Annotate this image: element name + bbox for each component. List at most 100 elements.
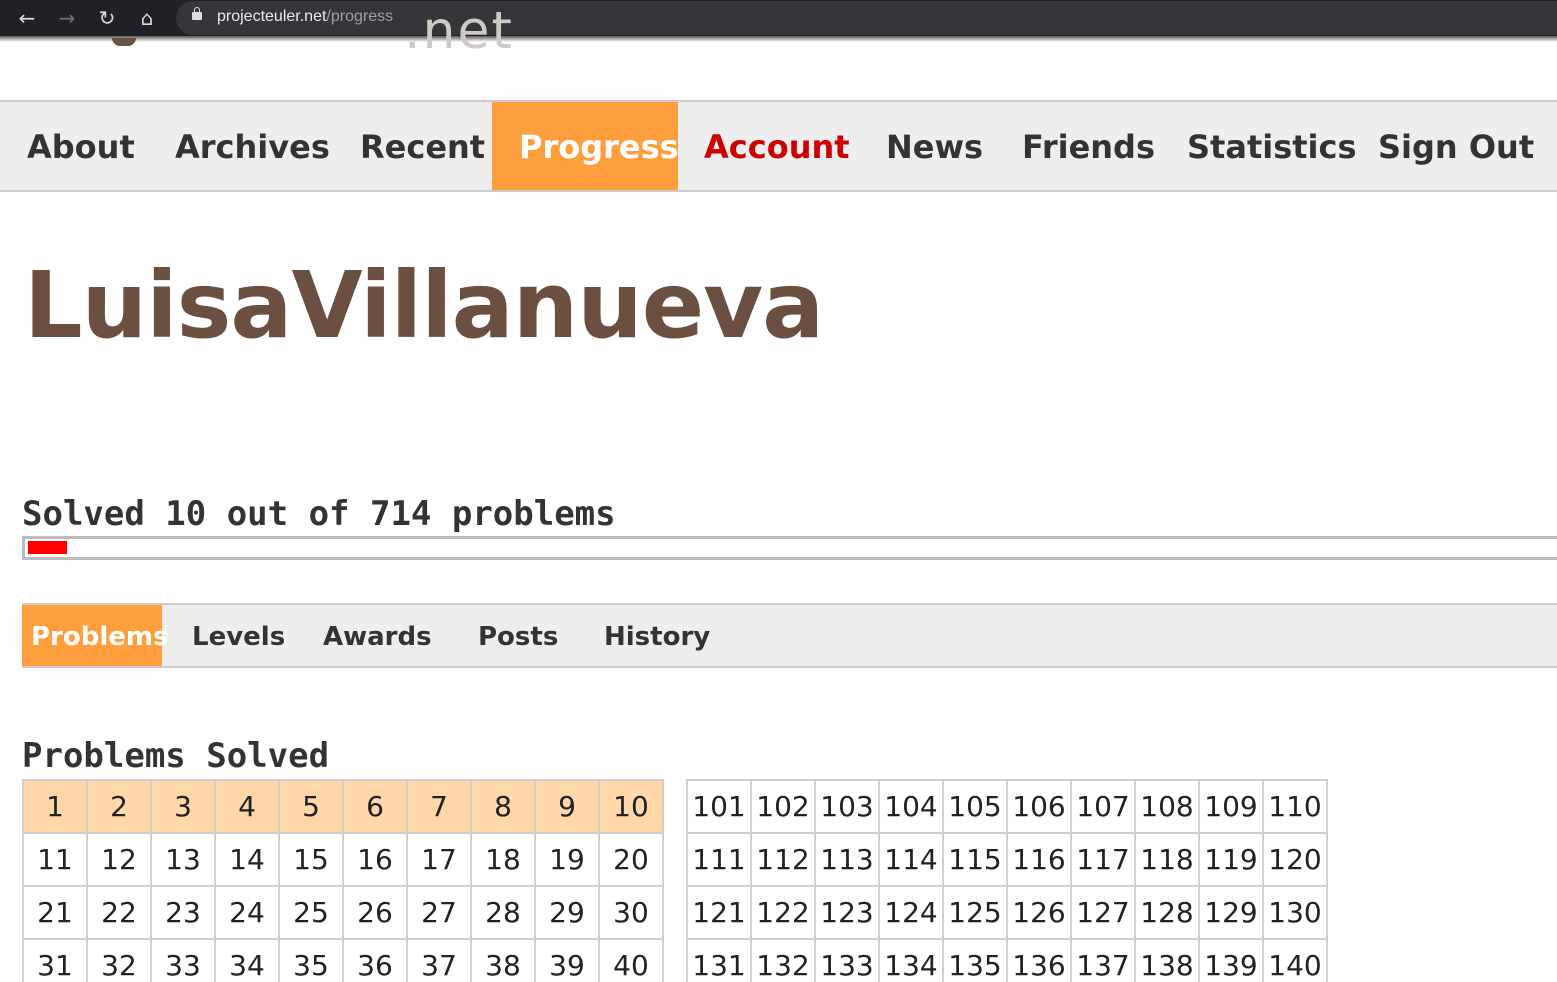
problem-cell[interactable]: 21: [22, 885, 88, 940]
problem-cell[interactable]: 29: [534, 885, 600, 940]
problem-cell[interactable]: 115: [942, 832, 1008, 887]
problem-cell[interactable]: 18: [470, 832, 536, 887]
problem-cell[interactable]: 35: [278, 938, 344, 982]
problem-cell[interactable]: 19: [534, 832, 600, 887]
nav-sign-out[interactable]: Sign Out: [1351, 102, 1557, 190]
problem-cell[interactable]: 10: [598, 779, 664, 834]
problem-cell[interactable]: 26: [342, 885, 408, 940]
problem-cell[interactable]: 126: [1006, 885, 1072, 940]
problem-cell[interactable]: 31: [22, 938, 88, 982]
problem-cell[interactable]: 36: [342, 938, 408, 982]
problem-cell[interactable]: 110: [1262, 779, 1328, 834]
problem-cell[interactable]: 101: [686, 779, 752, 834]
back-arrow-icon[interactable]: ←: [13, 4, 41, 32]
problem-cell[interactable]: 15: [278, 832, 344, 887]
nav-about[interactable]: About: [0, 102, 162, 190]
problem-cell[interactable]: 30: [598, 885, 664, 940]
problem-cell[interactable]: 136: [1006, 938, 1072, 982]
problem-cell[interactable]: 112: [750, 832, 816, 887]
problem-cell[interactable]: 113: [814, 832, 880, 887]
problem-cell[interactable]: 128: [1134, 885, 1200, 940]
tab-levels[interactable]: Levels: [183, 605, 294, 666]
problem-cell[interactable]: 12: [86, 832, 152, 887]
problem-cell[interactable]: 116: [1006, 832, 1072, 887]
problem-cell[interactable]: 122: [750, 885, 816, 940]
nav-statistics[interactable]: Statistics: [1160, 102, 1384, 190]
problem-cell[interactable]: 34: [214, 938, 280, 982]
forward-arrow-icon[interactable]: →: [53, 4, 81, 32]
tab-posts[interactable]: Posts: [469, 605, 567, 666]
problem-cell[interactable]: 137: [1070, 938, 1136, 982]
problem-cell[interactable]: 123: [814, 885, 880, 940]
site-logo[interactable]: .net: [404, 12, 514, 62]
problem-cell[interactable]: 39: [534, 938, 600, 982]
problem-cell[interactable]: 118: [1134, 832, 1200, 887]
problem-cell[interactable]: 2: [86, 779, 152, 834]
problem-cell[interactable]: 132: [750, 938, 816, 982]
problem-cell[interactable]: 104: [878, 779, 944, 834]
problem-cell[interactable]: 138: [1134, 938, 1200, 982]
problem-cell[interactable]: 120: [1262, 832, 1328, 887]
problem-cell[interactable]: 22: [86, 885, 152, 940]
problem-cell[interactable]: 129: [1198, 885, 1264, 940]
problem-cell[interactable]: 1: [22, 779, 88, 834]
problem-cell[interactable]: 5: [278, 779, 344, 834]
nav-progress[interactable]: Progress: [492, 102, 679, 190]
nav-recent[interactable]: Recent: [333, 102, 512, 190]
problem-cell[interactable]: 131: [686, 938, 752, 982]
problem-cell[interactable]: 16: [342, 832, 408, 887]
problem-cell[interactable]: 114: [878, 832, 944, 887]
problem-cell[interactable]: 8: [470, 779, 536, 834]
problem-cell[interactable]: 14: [214, 832, 280, 887]
problem-cell[interactable]: 33: [150, 938, 216, 982]
problem-cell[interactable]: 27: [406, 885, 472, 940]
problem-cell[interactable]: 23: [150, 885, 216, 940]
problem-cell[interactable]: 20: [598, 832, 664, 887]
problem-cell[interactable]: 127: [1070, 885, 1136, 940]
problem-cell[interactable]: 109: [1198, 779, 1264, 834]
problem-cell[interactable]: 11: [22, 832, 88, 887]
address-bar[interactable]: projecteuler.net/progress: [176, 1, 1557, 35]
problem-cell[interactable]: 119: [1198, 832, 1264, 887]
problem-cell[interactable]: 130: [1262, 885, 1328, 940]
problem-cell[interactable]: 9: [534, 779, 600, 834]
problem-cell[interactable]: 7: [406, 779, 472, 834]
nav-news[interactable]: News: [859, 102, 1010, 190]
problem-cell[interactable]: 121: [686, 885, 752, 940]
problem-cell[interactable]: 3: [150, 779, 216, 834]
nav-friends[interactable]: Friends: [995, 102, 1182, 190]
tab-history[interactable]: History: [595, 605, 719, 666]
problem-cell[interactable]: 124: [878, 885, 944, 940]
problem-cell[interactable]: 135: [942, 938, 1008, 982]
problem-cell[interactable]: 25: [278, 885, 344, 940]
problem-cell[interactable]: 117: [1070, 832, 1136, 887]
tab-awards[interactable]: Awards: [314, 605, 441, 666]
problem-cell[interactable]: 140: [1262, 938, 1328, 982]
problem-cell[interactable]: 108: [1134, 779, 1200, 834]
problem-cell[interactable]: 106: [1006, 779, 1072, 834]
problem-cell[interactable]: 6: [342, 779, 408, 834]
problem-cell[interactable]: 103: [814, 779, 880, 834]
problem-cell[interactable]: 125: [942, 885, 1008, 940]
problem-cell[interactable]: 139: [1198, 938, 1264, 982]
problem-cell[interactable]: 134: [878, 938, 944, 982]
problem-cell[interactable]: 37: [406, 938, 472, 982]
problem-cell[interactable]: 102: [750, 779, 816, 834]
problem-cell[interactable]: 32: [86, 938, 152, 982]
problem-cell[interactable]: 107: [1070, 779, 1136, 834]
problem-cell[interactable]: 105: [942, 779, 1008, 834]
problem-cell[interactable]: 38: [470, 938, 536, 982]
home-icon[interactable]: ⌂: [133, 4, 161, 32]
problem-cell[interactable]: 24: [214, 885, 280, 940]
nav-account[interactable]: Account: [677, 102, 877, 190]
problem-cell[interactable]: 133: [814, 938, 880, 982]
problem-cell[interactable]: 17: [406, 832, 472, 887]
problem-cell[interactable]: 111: [686, 832, 752, 887]
problem-cell[interactable]: 40: [598, 938, 664, 982]
nav-archives[interactable]: Archives: [148, 102, 357, 190]
tab-problems[interactable]: Problems: [22, 605, 168, 666]
problem-cell[interactable]: 4: [214, 779, 280, 834]
reload-icon[interactable]: ↻: [93, 4, 121, 32]
problem-cell[interactable]: 28: [470, 885, 536, 940]
problem-cell[interactable]: 13: [150, 832, 216, 887]
